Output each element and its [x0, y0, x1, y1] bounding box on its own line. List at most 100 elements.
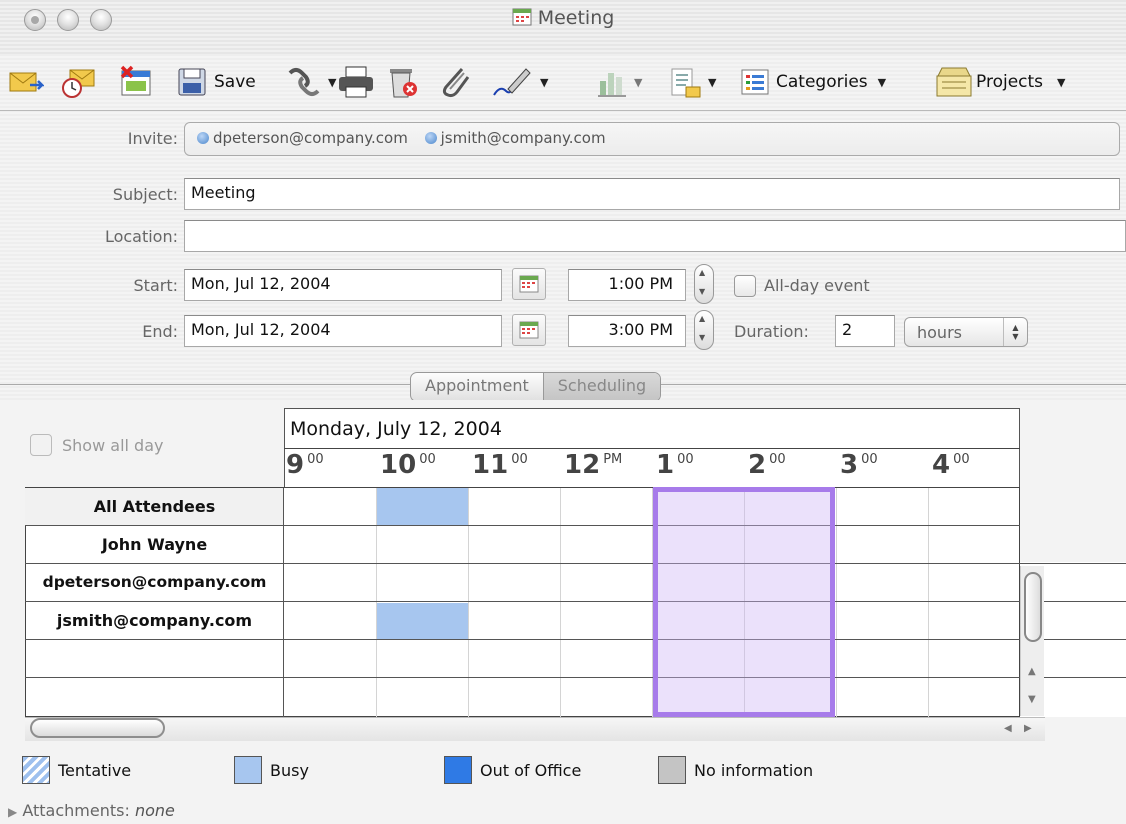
- row-divider: [25, 639, 1126, 640]
- cancel-meeting-button[interactable]: [118, 60, 158, 104]
- start-time-field[interactable]: 1:00 PM: [568, 269, 686, 301]
- legend-label: Busy: [270, 760, 309, 780]
- location-field[interactable]: [184, 220, 1126, 252]
- list-button[interactable]: ▼: [668, 60, 716, 104]
- duration-label: Duration:: [734, 322, 809, 341]
- delete-button[interactable]: [384, 60, 420, 104]
- list-dropdown-arrow-icon[interactable]: ▼: [708, 76, 716, 89]
- invitee-email: jsmith@company.com: [440, 129, 606, 147]
- categories-dropdown-arrow-icon[interactable]: ▼: [878, 76, 886, 89]
- print-button[interactable]: [336, 60, 376, 104]
- invitee-chip[interactable]: jsmith@company.com: [424, 129, 606, 147]
- end-time-field[interactable]: 3:00 PM: [568, 315, 686, 347]
- link-button[interactable]: ▼: [284, 60, 336, 104]
- calendar-delete-icon: [120, 65, 151, 96]
- tab-scheduling[interactable]: Scheduling: [542, 373, 661, 401]
- signature-dropdown-arrow-icon[interactable]: ▼: [540, 76, 548, 89]
- signature-button[interactable]: ▼: [490, 60, 548, 104]
- title-bar: Meeting: [0, 0, 1126, 54]
- send-now-button[interactable]: [8, 60, 44, 104]
- duration-unit-value: hours: [917, 323, 962, 342]
- hour-column-divider: [928, 488, 929, 717]
- show-all-day-label: Show all day: [62, 436, 164, 455]
- categories-button[interactable]: Categories ▼: [740, 60, 886, 104]
- subject-field[interactable]: Meeting: [184, 178, 1120, 210]
- invitee-email: dpeterson@company.com: [213, 129, 408, 147]
- invitee-chip[interactable]: dpeterson@company.com: [197, 129, 408, 147]
- busy-block[interactable]: [377, 603, 468, 640]
- duration-field[interactable]: 2: [835, 315, 895, 347]
- projects-button-label: Projects: [976, 72, 1044, 92]
- start-label: Start:: [133, 276, 178, 295]
- signature-pen-icon: [493, 68, 531, 96]
- start-time-stepper[interactable]: [694, 264, 714, 304]
- legend-label: Tentative: [58, 760, 132, 780]
- start-date-picker-button[interactable]: [512, 268, 546, 300]
- tab-appointment[interactable]: Appointment: [411, 373, 543, 401]
- chart-button[interactable]: ▼: [596, 60, 642, 104]
- end-date-field[interactable]: Mon, Jul 12, 2004: [184, 315, 502, 347]
- vertical-scroll-thumb[interactable]: [1024, 572, 1042, 642]
- scroll-down-arrow-icon[interactable]: ▼: [1028, 694, 1036, 705]
- hour-label: 11 00: [472, 450, 528, 480]
- row-divider: [25, 677, 1126, 678]
- horizontal-scrollbar[interactable]: [25, 717, 1045, 741]
- hour-label: 2 00: [748, 450, 786, 480]
- trash-can-icon: [390, 69, 417, 98]
- chart-dropdown-arrow-icon[interactable]: ▼: [634, 76, 642, 89]
- paperclip-icon: [442, 68, 470, 98]
- categories-list-icon: [741, 69, 769, 95]
- busy-block[interactable]: [377, 488, 468, 525]
- bar-chart-icon: [598, 73, 626, 97]
- attachments-disclosure[interactable]: ▶ Attachments: none: [8, 801, 175, 820]
- calendar-icon: [512, 8, 532, 26]
- duration-unit-popup[interactable]: hours ▲ ▼: [904, 317, 1028, 347]
- projects-dropdown-arrow-icon[interactable]: ▼: [1057, 76, 1065, 89]
- printer-icon: [339, 66, 373, 98]
- start-date-field[interactable]: Mon, Jul 12, 2004: [184, 269, 502, 301]
- end-label: End:: [142, 322, 178, 341]
- calendar-icon: [519, 321, 539, 339]
- attendee-icon: [424, 132, 437, 144]
- hour-label: 12 PM: [564, 450, 623, 480]
- disclosure-triangle-icon[interactable]: ▶: [8, 805, 17, 819]
- meeting-time-selection[interactable]: [653, 487, 835, 717]
- location-label: Location:: [104, 227, 178, 246]
- row-divider: [25, 601, 1126, 602]
- attachments-label: Attachments:: [22, 801, 130, 820]
- projects-folder-icon: [936, 67, 972, 97]
- legend-tentative: Tentative: [22, 756, 131, 784]
- hour-column-divider: [836, 488, 837, 717]
- show-all-day-checkbox[interactable]: [30, 434, 52, 456]
- hour-column-divider: [560, 488, 561, 717]
- attachment-button[interactable]: [438, 60, 474, 104]
- toolbar-divider: [0, 110, 1126, 111]
- invite-field[interactable]: dpeterson@company.com jsmith@company.com: [184, 122, 1120, 156]
- scroll-right-arrow-icon[interactable]: ▶: [1024, 723, 1032, 734]
- attendee-icon: [197, 132, 209, 144]
- hour-column-divider: [468, 488, 469, 717]
- send-later-icon: [62, 69, 95, 98]
- horizontal-scroll-thumb[interactable]: [30, 718, 165, 738]
- row-divider: [25, 525, 1020, 526]
- popup-arrows-icon: ▲ ▼: [1003, 318, 1027, 346]
- header-divider: [284, 448, 1020, 449]
- all-day-event-checkbox[interactable]: [734, 275, 756, 297]
- scroll-up-arrow-icon[interactable]: ▲: [1028, 666, 1036, 677]
- save-button[interactable]: Save: [176, 60, 256, 104]
- floppy-disk-icon: [178, 68, 206, 96]
- end-date-picker-button[interactable]: [512, 314, 546, 346]
- window-title: Meeting: [537, 7, 615, 29]
- hour-label: 3 00: [840, 450, 878, 480]
- projects-button[interactable]: Projects ▼: [934, 60, 1066, 104]
- end-time-stepper[interactable]: [694, 310, 714, 350]
- scroll-left-arrow-icon[interactable]: ◀: [1004, 723, 1012, 734]
- save-button-label: Save: [214, 72, 256, 92]
- legend-no-information: No information: [658, 756, 813, 784]
- legend-out-of-office: Out of Office: [444, 756, 581, 784]
- out-of-office-swatch: [444, 756, 472, 784]
- attachments-value: none: [134, 801, 175, 820]
- legend-label: No information: [694, 760, 814, 780]
- send-later-button[interactable]: [60, 60, 96, 104]
- subject-label: Subject:: [112, 185, 178, 204]
